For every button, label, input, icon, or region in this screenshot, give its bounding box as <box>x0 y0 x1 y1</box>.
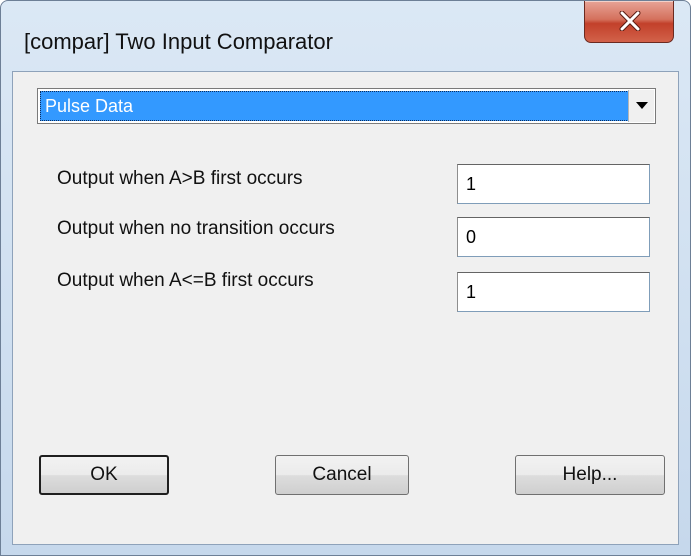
dialog-body: Pulse Data Output when A>B first occurs … <box>12 71 679 545</box>
window-title: [compar] Two Input Comparator <box>24 29 333 54</box>
title-bar[interactable]: [compar] Two Input Comparator <box>1 1 690 81</box>
output-a-greater-b-input[interactable] <box>457 164 650 204</box>
cancel-button[interactable]: Cancel <box>275 455 409 495</box>
dialog-window: [compar] Two Input Comparator Pulse Data… <box>0 0 691 556</box>
output-a-less-equal-b-input[interactable] <box>457 272 650 312</box>
close-icon <box>619 11 641 31</box>
field-label-a-greater-b: Output when A>B first occurs <box>57 168 303 189</box>
dropdown-selected-value: Pulse Data <box>40 91 631 121</box>
mode-dropdown[interactable]: Pulse Data <box>37 88 656 124</box>
field-label-no-transition: Output when no transition occurs <box>57 218 335 239</box>
ok-button[interactable]: OK <box>39 455 169 495</box>
dropdown-arrow-button[interactable] <box>628 90 654 122</box>
close-button[interactable] <box>584 1 674 43</box>
output-no-transition-input[interactable] <box>457 217 650 257</box>
field-label-a-less-equal-b: Output when A<=B first occurs <box>57 270 314 291</box>
help-button[interactable]: Help... <box>515 455 665 495</box>
chevron-down-icon <box>636 102 648 109</box>
